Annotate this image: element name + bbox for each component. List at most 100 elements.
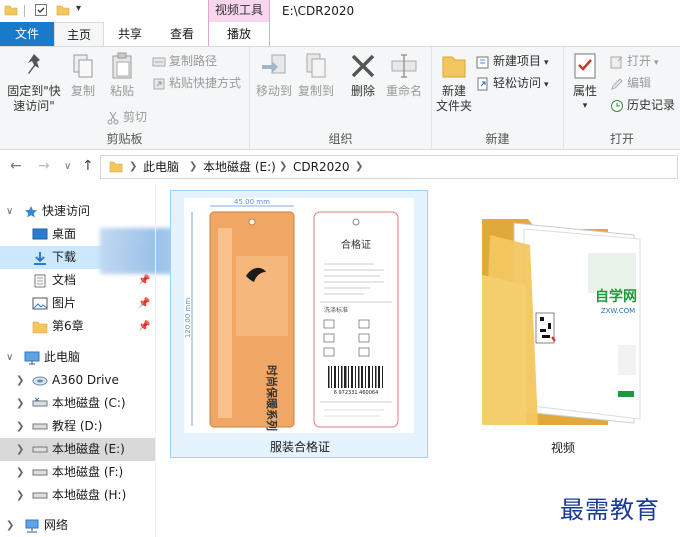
back-arrow-icon[interactable]: ← [10,158,22,174]
rename-button[interactable]: 重命名 [382,51,426,99]
folder-icon[interactable] [4,3,18,17]
chevron-right-icon[interactable]: ❯ [16,415,24,438]
edit-label: 编辑 [627,76,652,90]
nav-drive-e[interactable]: ❯ 本地磁盘 (E:) [0,438,155,461]
tab-view[interactable]: 查看 [156,22,208,46]
breadcrumb-separator-icon[interactable]: ❯ [129,156,137,178]
nav-this-pc[interactable]: ∨ 此电脑 [0,346,155,369]
chevron-right-icon[interactable]: ❯ [16,438,24,461]
pin-label-line2: 速访问" [13,99,55,113]
scissors-icon [107,111,119,124]
tag-vertical-text: 时尚保暖系列 [265,365,279,431]
file-item-certificate[interactable]: 45.00 mm 120.00 mm 时尚保暖系列 合格证 洗涤标准 6 972… [170,190,428,458]
tab-home[interactable]: 主页 [54,22,104,46]
pin-icon[interactable]: 📌 [138,292,150,315]
tab-file[interactable]: 文件 [0,22,54,46]
breadcrumb-drive-e[interactable]: 本地磁盘 (E:) [203,156,276,178]
pin-label-line1: 固定到"快 [7,84,61,98]
nav-label: 本地磁盘 (C:) [52,396,126,410]
star-icon [25,206,37,218]
chevron-right-icon[interactable]: ❯ [16,461,24,484]
pane-divider[interactable] [155,184,156,537]
folder-item-video[interactable]: 自学网 ZXW.COM 视频 [468,205,658,460]
nav-label: 教程 (D:) [52,419,103,433]
navigation-bar: ← → ∨ ↑ ❯ 此电脑 ❯ 本地磁盘 (E:) ❯ CDR2020 ❯ [0,150,680,184]
forward-arrow-icon[interactable]: → [38,158,50,174]
up-arrow-icon[interactable]: ↑ [82,158,94,174]
chevron-down-icon[interactable]: ∨ [6,200,13,223]
nav-label: 本地磁盘 (E:) [52,442,125,456]
document-icon [34,274,46,288]
nav-chapter6[interactable]: 第6章 📌 [0,315,155,338]
chevron-right-icon[interactable]: ❯ [16,392,24,415]
divider [24,5,25,17]
tab-play[interactable]: 播放 [208,22,270,46]
breadcrumb-separator-icon[interactable]: ❯ [279,156,287,178]
drive-icon [32,492,48,499]
nav-drive-c[interactable]: ❯ 本地磁盘 (C:) [0,392,155,415]
paste-shortcut-icon [153,78,165,89]
folder-name: 视频 [550,441,575,455]
address-bar[interactable]: ❯ 此电脑 ❯ 本地磁盘 (E:) ❯ CDR2020 ❯ [100,155,678,179]
folder-icon [109,161,123,173]
new-folder-button[interactable]: 新建 文件夹 [434,51,474,114]
breadcrumb-cdr2020[interactable]: CDR2020 [293,156,350,178]
new-folder-icon[interactable] [56,3,70,17]
nav-label: 本地磁盘 (F:) [52,465,124,479]
history-icon [611,99,623,112]
download-arrow-icon [34,252,46,265]
tab-share[interactable]: 共享 [104,22,156,46]
folder-icon [32,321,48,334]
customize-toolbar-icon[interactable]: ▾ [76,3,81,14]
rename-icon [391,54,417,78]
chevron-right-icon[interactable]: ❯ [6,514,14,537]
easy-access-label: 轻松访问 [493,76,542,90]
nav-drive-h[interactable]: ❯ 本地磁盘 (H:) [0,484,155,507]
chevron-down-icon[interactable]: ∨ [6,346,13,369]
history-button[interactable]: 历史记录 [610,95,675,115]
folder-brand-url: ZXW.COM [601,307,635,315]
edit-button[interactable]: 编辑 [610,73,651,93]
breadcrumb-this-pc[interactable]: 此电脑 [143,156,179,178]
organize-group: 移动到 复制到 删除 重命名 组织 [250,47,432,151]
new-item-button[interactable]: 新建项目 ▾ [476,51,549,71]
nav-a360-drive[interactable]: ❯ A360 Drive [0,369,155,392]
copy-to-button[interactable]: 复制到 [296,51,336,99]
chevron-right-icon[interactable]: ❯ [16,484,24,507]
nav-network[interactable]: ❯ 网络 [0,514,155,537]
nav-quick-access[interactable]: ∨ 快速访问 [0,200,155,223]
nav-drive-d[interactable]: ❯ 教程 (D:) [0,415,155,438]
chevron-right-icon[interactable]: ❯ [16,369,24,392]
easy-access-button[interactable]: 轻松访问 ▾ [476,73,549,93]
move-to-button[interactable]: 移动到 [254,51,294,99]
nav-label: 此电脑 [44,350,81,364]
open-button[interactable]: 打开 ▾ [610,51,659,71]
copy-path-button[interactable]: 复制路径 [152,51,217,71]
copy-button[interactable]: 复制 [66,51,100,99]
nav-pictures[interactable]: 图片 📌 [0,292,155,315]
nav-label: 第6章 [52,319,84,333]
recent-locations-icon[interactable]: ∨ [64,161,71,172]
easy-access-icon [477,77,488,90]
nav-label: A360 Drive [52,373,119,387]
delete-button[interactable]: 删除 [346,51,380,99]
paste-shortcut-button[interactable]: 粘贴快捷方式 [152,73,241,93]
pin-icon[interactable]: 📌 [138,315,150,338]
breadcrumb-separator-icon[interactable]: ❯ [189,156,197,178]
open-label: 打开 [627,54,652,68]
paste-button[interactable]: 粘贴 [104,51,140,99]
certificate-title: 合格证 [341,238,371,251]
pin-quick-access-button[interactable]: 固定到"快 速访问" [4,51,64,114]
properties-check-icon[interactable] [34,3,48,17]
pictures-icon [32,297,48,310]
cut-button[interactable]: 剪切 [106,107,147,127]
drive-icon [32,446,48,453]
new-folder-icon [442,56,466,78]
wash-standard-label: 洗涤标准 [324,306,348,314]
breadcrumb-separator-icon[interactable]: ❯ [355,156,363,178]
barcode-digits: 6 972331 460064 [334,390,379,396]
cut-label: 剪切 [123,110,148,124]
nav-drive-f[interactable]: ❯ 本地磁盘 (F:) [0,461,155,484]
drive-icon [32,469,48,476]
properties-button[interactable]: 属性 ▾ [568,51,602,114]
